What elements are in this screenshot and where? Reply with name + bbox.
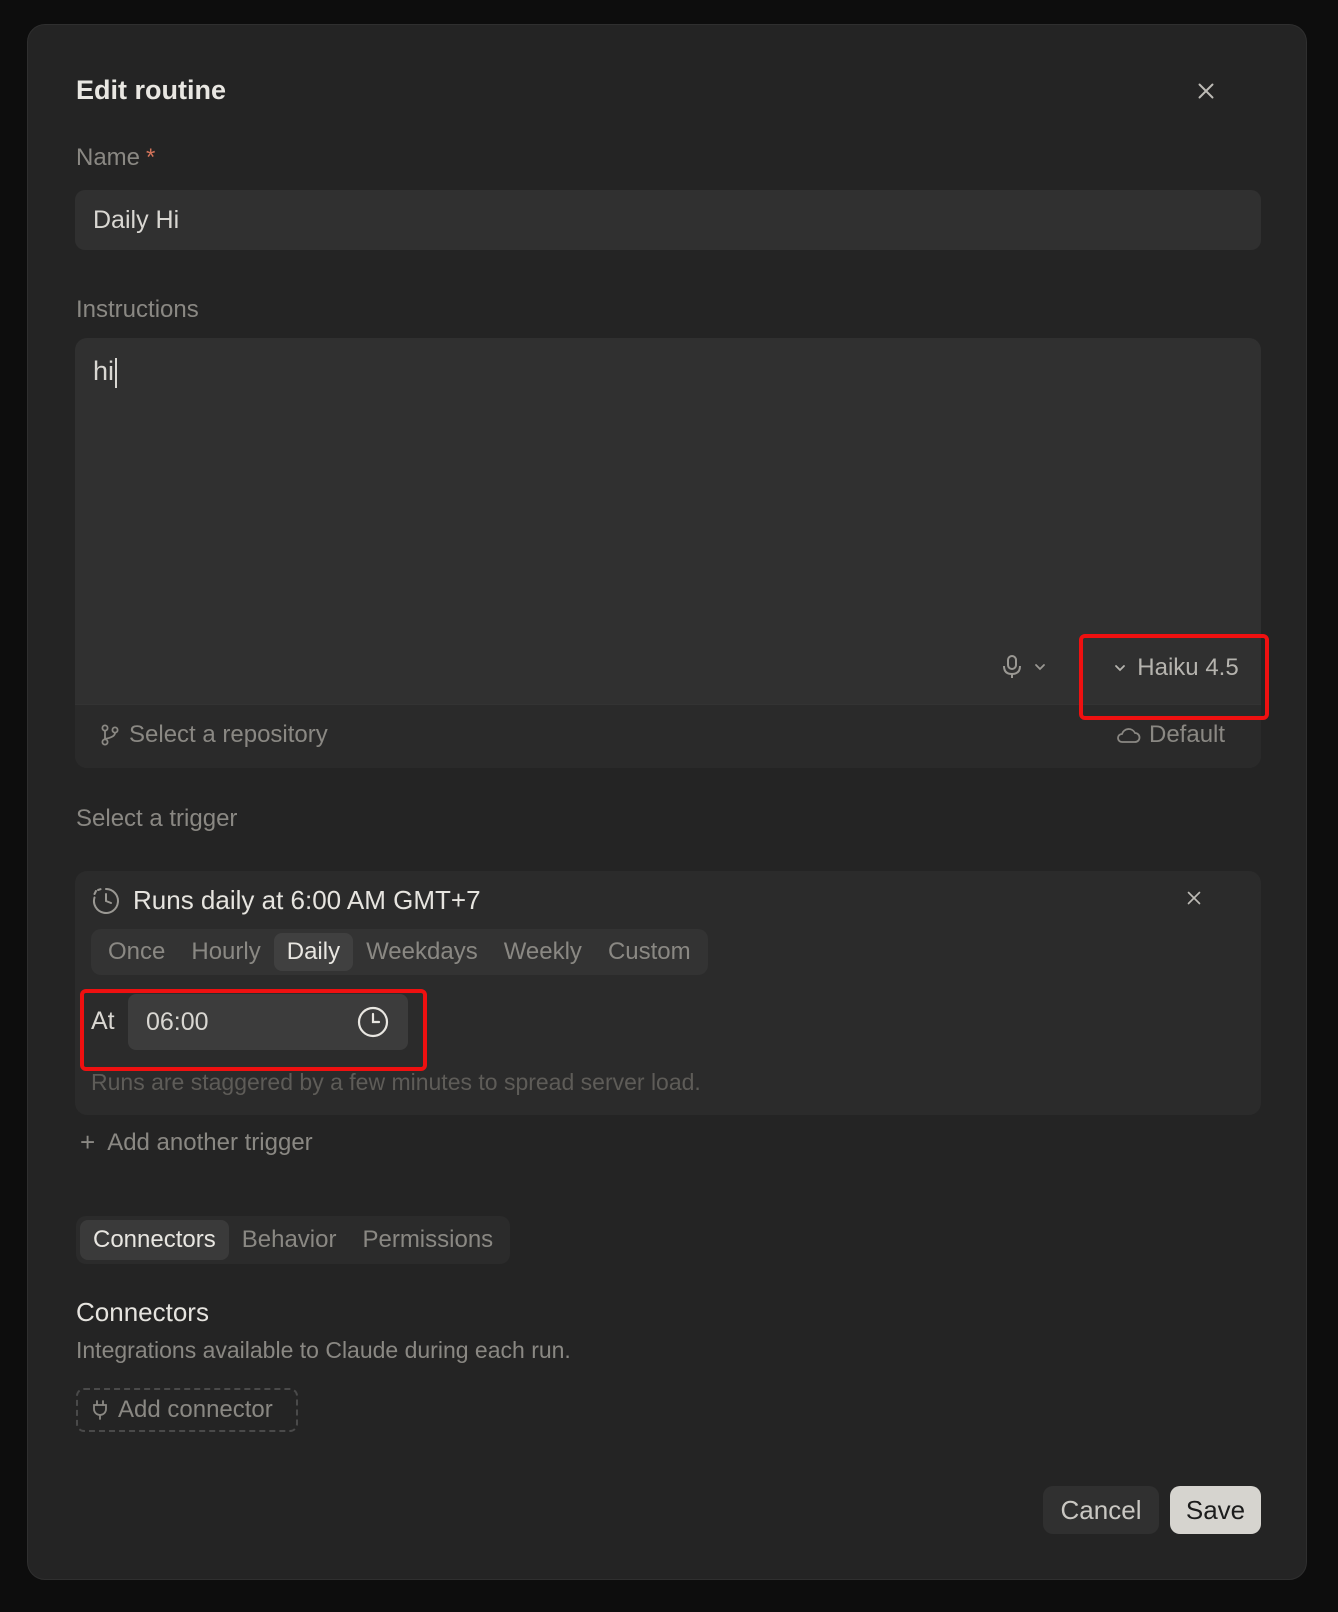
close-icon [1187, 891, 1201, 905]
frequency-selector: Once Hourly Daily Weekdays Weekly Custom [91, 929, 708, 975]
repository-placeholder: Select a repository [129, 721, 328, 748]
clock-icon[interactable] [356, 1005, 390, 1039]
cloud-icon [1117, 728, 1141, 743]
time-value: 06:00 [146, 1007, 209, 1036]
trigger-summary: Runs daily at 6:00 AM GMT+7 [91, 885, 481, 916]
model-selector-button[interactable]: Haiku 4.5 [1091, 640, 1261, 696]
edit-routine-dialog: Edit routine Name* Instructions hi [27, 24, 1307, 1580]
clock-schedule-icon [93, 887, 119, 914]
chevron-down-icon [1115, 665, 1126, 672]
cancel-button[interactable]: Cancel [1043, 1486, 1159, 1534]
add-trigger-button[interactable]: + Add another trigger [80, 1127, 313, 1158]
trigger-label: Select a trigger [76, 805, 238, 832]
frequency-once[interactable]: Once [95, 933, 178, 971]
text-caret [115, 357, 118, 388]
connectors-subtitle: Integrations available to Claude during … [76, 1337, 571, 1363]
frequency-custom[interactable]: Custom [595, 933, 704, 971]
at-label: At [91, 1007, 115, 1035]
instructions-editor[interactable]: hi Haiku 4.5 Select a repository Default [75, 338, 1261, 768]
trigger-summary-text: Runs daily at 6:00 AM GMT+7 [133, 885, 481, 915]
model-name: Haiku 4.5 [1137, 654, 1239, 681]
microphone-icon [1003, 655, 1021, 678]
tab-behavior[interactable]: Behavior [229, 1220, 350, 1260]
close-icon [1198, 83, 1214, 99]
instructions-textarea[interactable]: hi [93, 356, 118, 388]
add-connector-label: Add connector [118, 1396, 273, 1423]
add-connector-button[interactable]: Add connector [76, 1388, 298, 1432]
settings-tabs: Connectors Behavior Permissions [76, 1216, 511, 1264]
save-button[interactable]: Save [1170, 1486, 1261, 1534]
instructions-label: Instructions [76, 296, 199, 323]
connectors-title: Connectors [76, 1297, 209, 1327]
name-label: Name * [76, 144, 155, 172]
frequency-weekdays[interactable]: Weekdays [353, 933, 491, 971]
tab-connectors[interactable]: Connectors [80, 1220, 229, 1260]
tab-permissions[interactable]: Permissions [349, 1220, 506, 1260]
instructions-footer: Select a repository Default [75, 704, 1261, 768]
frequency-hourly[interactable]: Hourly [178, 933, 273, 971]
plus-icon: + [80, 1127, 96, 1157]
remove-trigger-button[interactable] [1183, 887, 1205, 909]
voice-input-control[interactable] [1001, 653, 1047, 681]
chevron-down-icon [1035, 664, 1045, 671]
repository-selector[interactable]: Select a repository [99, 721, 328, 749]
environment-selector[interactable]: Default [1115, 721, 1225, 749]
name-label-text: Name [76, 144, 141, 171]
git-branch-icon [101, 724, 119, 746]
name-input[interactable] [75, 190, 1261, 250]
instructions-value: hi [93, 356, 115, 386]
frequency-weekly[interactable]: Weekly [491, 933, 595, 971]
plug-icon [93, 1400, 107, 1420]
dialog-title: Edit routine [76, 75, 226, 105]
frequency-daily[interactable]: Daily [273, 933, 354, 971]
time-input[interactable]: 06:00 [128, 994, 408, 1050]
close-dialog-button[interactable] [1193, 78, 1219, 104]
trigger-hint: Runs are staggered by a few minutes to s… [91, 1069, 701, 1095]
trigger-card: Runs daily at 6:00 AM GMT+7 Once Hourly … [75, 871, 1261, 1115]
required-mark: * [146, 144, 156, 171]
add-trigger-label: Add another trigger [107, 1128, 313, 1156]
environment-name: Default [1149, 721, 1226, 748]
